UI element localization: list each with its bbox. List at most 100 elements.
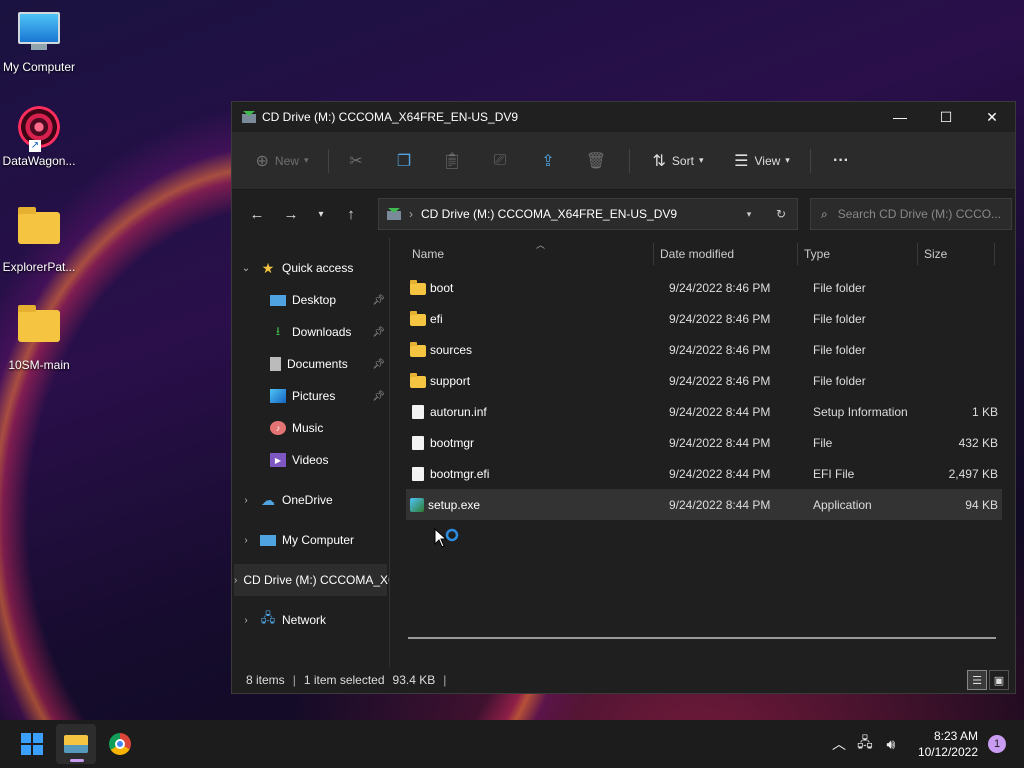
taskbar-chrome[interactable] [100, 724, 140, 764]
file-size: 432 KB [958, 435, 998, 450]
desktop-icon-explorerpatcher[interactable]: ExplorerPat... [0, 204, 78, 274]
nav-cd-drive[interactable]: › CD Drive (M:) CCCOMA_X64FRE_EN-US_DV9 [234, 564, 389, 596]
chevron-down-icon: ▾ [318, 208, 324, 220]
start-button[interactable] [12, 724, 52, 764]
file-type: Setup Information [813, 404, 908, 419]
pin-icon: 📌︎ [372, 390, 385, 402]
column-headers: ︿ Name Date modified Type Size [390, 238, 1015, 270]
desktop-icon-my-computer[interactable]: My Computer [0, 8, 78, 74]
forward-button[interactable]: → [274, 199, 308, 229]
nav-network[interactable]: › 🖧︎ Network [232, 604, 389, 636]
table-row[interactable]: autorun.inf 9/24/2022 8:44 PM Setup Inform… [406, 396, 1002, 427]
up-button[interactable]: ↑ [334, 199, 368, 229]
address-dropdown-button[interactable]: ▾ [733, 209, 765, 220]
notification-badge[interactable]: 1 [988, 735, 1006, 753]
tiles-view-button[interactable]: ▣ [989, 670, 1009, 690]
nav-label: Pictures [292, 389, 336, 403]
file-type: File [813, 435, 833, 450]
window-title: CD Drive (M:) CCCOMA_X64FRE_EN-US_DV9 [262, 110, 519, 124]
nav-music[interactable]: ♪ Music [232, 412, 389, 444]
table-row[interactable]: bootmgr.efi 9/24/2022 8:44 PM EFI File 2,49… [406, 458, 1002, 489]
details-view-button[interactable]: ☰ [967, 670, 987, 690]
copy-button[interactable]: ❐ [383, 145, 431, 177]
file-size: 1 KB [971, 404, 998, 419]
minimize-button[interactable]: — [877, 102, 923, 132]
status-bar: 8 items | 1 item selected 93.4 KB | ☰ ▣ [232, 667, 1015, 693]
nav-onedrive[interactable]: › ☁ OneDrive [232, 484, 389, 516]
table-row[interactable]: setup.exe 9/24/2022 8:44 PM Application 94 … [406, 489, 1002, 520]
new-label: New [274, 153, 299, 168]
desktop-icon-10sm-main[interactable]: 10SM-main [0, 302, 78, 372]
file-name-cell: bootmgr [406, 435, 665, 450]
status-item-count: 8 items [246, 673, 285, 687]
nav-my-computer[interactable]: › My Computer [232, 524, 389, 556]
cloud-icon: ☁ [261, 491, 275, 508]
file-date: 9/24/2022 8:46 PM [669, 311, 771, 326]
address-bar[interactable]: › CD Drive (M:) CCCOMA_X64FRE_EN-US_DV9 … [378, 198, 798, 230]
more-options-button[interactable]: ··· [817, 145, 865, 177]
chrome-icon [109, 733, 131, 755]
file-name: bootmgr [430, 435, 475, 450]
taskbar-file-explorer[interactable] [56, 724, 96, 764]
close-button[interactable]: ✕ [969, 102, 1015, 132]
back-button[interactable]: ← [240, 199, 274, 229]
table-row[interactable]: support 9/24/2022 8:46 PM File folder [406, 365, 1002, 396]
table-row[interactable]: boot 9/24/2022 8:46 PM File folder [406, 272, 1002, 303]
nav-desktop[interactable]: Desktop 📌︎ [232, 284, 389, 316]
table-row[interactable]: bootmgr 9/24/2022 8:44 PM File 432 KB [406, 427, 1002, 458]
recent-locations-button[interactable]: ▾ [308, 199, 334, 229]
chevron-down-icon: ▾ [698, 155, 704, 165]
arrow-left-icon: ← [249, 205, 265, 223]
shortcut-arrow-icon: ↗ [29, 140, 41, 152]
volume-icon[interactable]: 🔊︎ [878, 736, 904, 753]
cd-drive-icon [387, 208, 401, 220]
cut-button[interactable]: ✂ [335, 145, 383, 177]
desktop-icon-datawagon[interactable]: ↗ DataWagon... [0, 106, 78, 168]
file-type: File folder [813, 311, 866, 326]
title-bar[interactable]: CD Drive (M:) CCCOMA_X64FRE_EN-US_DV9 — … [232, 102, 1015, 132]
column-header-date[interactable]: Date modified [654, 238, 797, 270]
table-row[interactable]: sources 9/24/2022 8:46 PM File folder [406, 334, 1002, 365]
nav-documents[interactable]: Documents 📌︎ [232, 348, 389, 380]
documents-icon [270, 357, 281, 371]
nav-pictures[interactable]: Pictures 📌︎ [232, 380, 389, 412]
clock[interactable]: 8:23 AM 10/12/2022 [918, 728, 978, 760]
table-row[interactable]: efi 9/24/2022 8:46 PM File folder [406, 303, 1002, 334]
clock-time: 8:23 AM [933, 729, 978, 743]
nav-label: Desktop [292, 293, 337, 307]
file-rows: boot 9/24/2022 8:46 PM File folder efi 9/24/… [390, 270, 1015, 520]
maximize-button[interactable]: ☐ [923, 102, 969, 132]
column-header-name[interactable]: Name [412, 238, 653, 270]
tiles-view-icon: ▣ [993, 674, 1005, 687]
new-button[interactable]: ⊕ New ▾ [242, 145, 322, 177]
nav-videos[interactable]: ▶ Videos [232, 444, 389, 476]
rename-button[interactable]: ⎚ [479, 145, 527, 177]
application-icon [410, 497, 424, 512]
network-status-icon[interactable]: 🖧︎ [852, 732, 878, 756]
pin-icon: 📌︎ [372, 294, 385, 306]
file-icon [412, 404, 424, 419]
navigation-pane: ⌄ ★ Quick access Desktop 📌︎ ⭳ Downloads … [232, 238, 390, 667]
horizontal-scrollbar[interactable] [408, 637, 996, 639]
nav-quick-access[interactable]: ⌄ ★ Quick access [232, 252, 389, 284]
windows-logo-icon [21, 733, 43, 755]
search-box[interactable]: ⌕ Search CD Drive (M:) CCCO... [810, 198, 1012, 230]
file-size: 94 KB [965, 497, 998, 512]
file-name: bootmgr.efi [430, 466, 490, 481]
share-button[interactable]: ⇪ [527, 145, 575, 177]
star-icon: ★ [261, 259, 275, 276]
sort-button[interactable]: ⇅ Sort ▾ [636, 145, 720, 177]
nav-downloads[interactable]: ⭳ Downloads 📌︎ [232, 316, 389, 348]
column-header-type[interactable]: Type [798, 238, 917, 270]
delete-button[interactable]: 🗑︎ [575, 145, 623, 177]
show-hidden-icons-button[interactable]: ︿ [826, 734, 852, 754]
paste-button[interactable]: 📋︎ [431, 145, 479, 177]
view-button[interactable]: ☰ View ▾ [720, 145, 804, 177]
refresh-button[interactable]: ↻ [765, 207, 797, 221]
file-name-cell: efi [406, 310, 665, 326]
nav-label: OneDrive [282, 493, 333, 507]
file-name-cell: bootmgr.efi [406, 466, 665, 481]
file-date: 9/24/2022 8:46 PM [669, 280, 771, 295]
column-header-size[interactable]: Size [918, 238, 994, 270]
nav-label: Documents [287, 357, 348, 371]
